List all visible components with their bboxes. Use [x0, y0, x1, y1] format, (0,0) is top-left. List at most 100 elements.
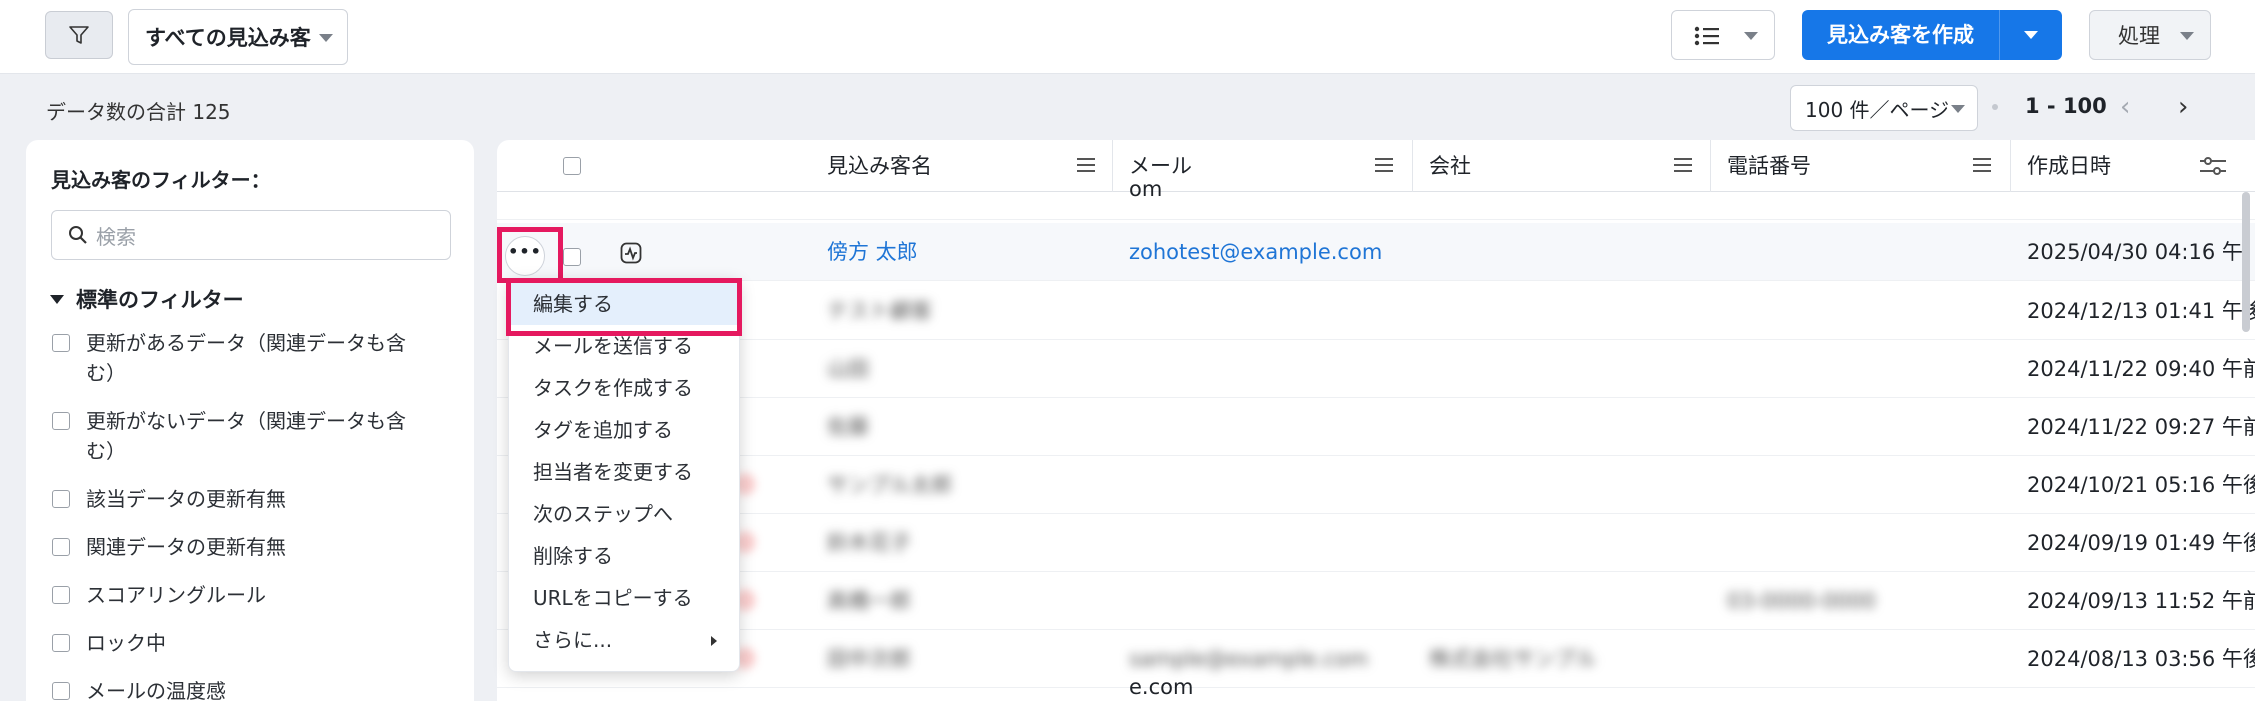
checkbox[interactable]: [52, 634, 70, 652]
highlight-box: [497, 227, 563, 283]
chevron-down-icon: [1744, 32, 1758, 40]
table-row[interactable]: 山田 2024/11/22 09:40 午前: [497, 340, 2255, 398]
chevron-down-icon: [2024, 31, 2038, 39]
create-lead-button[interactable]: 見込み客を作成: [1802, 10, 2000, 60]
clipped-text: om: [1129, 177, 1163, 201]
filter-item[interactable]: メールの温度感: [52, 676, 452, 701]
menu-item-change-owner[interactable]: 担当者を変更する: [509, 451, 741, 493]
chevron-right-icon: [711, 636, 717, 646]
column-divider[interactable]: [1112, 140, 1113, 192]
filter-item[interactable]: 更新があるデータ（関連データも含む）: [52, 328, 452, 388]
filter-label: 関連データの更新有無: [86, 535, 286, 559]
filter-item[interactable]: 関連データの更新有無: [52, 532, 452, 562]
table-row[interactable]: O サンプル太郎 2024/10/21 05:16 午後: [497, 456, 2255, 514]
menu-item-delete[interactable]: 削除する: [509, 535, 741, 577]
vertical-scrollbar[interactable]: [2242, 192, 2250, 332]
lead-name[interactable]: 鈴木花子: [827, 514, 911, 572]
created-date: 2024/11/22 09:27 午前: [2027, 415, 2255, 439]
filter-item[interactable]: スコアリングルール: [52, 580, 452, 610]
column-header-phone[interactable]: 電話番号: [1727, 140, 1811, 192]
filter-item[interactable]: ロック中: [52, 628, 452, 658]
column-menu-icon[interactable]: [1674, 158, 1692, 172]
table-row[interactable]: 佐藤 2024/11/22 09:27 午前: [497, 398, 2255, 456]
list-icon: [1694, 26, 1719, 46]
caret-down-icon: [50, 294, 64, 304]
column-header-created[interactable]: 作成日時: [2027, 140, 2111, 192]
lead-phone: 03-0000-0000: [1727, 589, 1876, 613]
per-page-value: 100 件／ページ: [1805, 97, 1950, 122]
filter-label: 更新がないデータ（関連データも含む）: [86, 409, 406, 463]
select-all-checkbox[interactable]: [563, 157, 581, 175]
view-selector[interactable]: すべての見込み客: [128, 9, 348, 65]
filter-label: スコアリングルール: [86, 583, 266, 607]
column-header-company[interactable]: 会社: [1429, 140, 1471, 192]
filter-item[interactable]: 更新がないデータ（関連データも含む）: [52, 406, 452, 466]
filter-search-input[interactable]: 検索: [51, 210, 451, 260]
menu-item-more-label: さらに...: [533, 628, 613, 652]
column-menu-icon[interactable]: [1077, 158, 1095, 172]
filter-label: ロック中: [86, 631, 166, 655]
lead-name[interactable]: 高橋一郎: [827, 572, 911, 630]
column-header-name[interactable]: 見込み客名: [827, 140, 932, 192]
checkbox[interactable]: [52, 490, 70, 508]
lead-email-link[interactable]: zohotest@example.com: [1129, 223, 1382, 281]
lead-name[interactable]: テスト顧客: [827, 282, 932, 340]
search-icon: [69, 226, 87, 244]
column-divider[interactable]: [1412, 140, 1413, 192]
lead-company: 株式会社サンプル: [1429, 647, 1597, 671]
lead-name[interactable]: 田中次郎: [827, 630, 911, 688]
table-row[interactable]: 傍方 太郎 zohotest@example.com 2025/04/30 04…: [497, 223, 2255, 281]
table-row[interactable]: O 高橋一郎 03-0000-0000 2024/09/13 11:52 午前: [497, 572, 2255, 630]
checkbox[interactable]: [52, 586, 70, 604]
menu-item-more[interactable]: さらに...: [509, 619, 741, 661]
section-title: 標準のフィルター: [76, 288, 244, 312]
create-lead-dropdown[interactable]: [2000, 31, 2062, 39]
activity-icon[interactable]: [620, 242, 642, 264]
filter-label: 該当データの更新有無: [86, 487, 286, 511]
menu-item-next-step[interactable]: 次のステップへ: [509, 493, 741, 535]
menu-item-create-task[interactable]: タスクを作成する: [509, 367, 741, 409]
checkbox[interactable]: [52, 538, 70, 556]
action-label: 処理: [2118, 24, 2160, 48]
created-date: 2024/08/13 03:56 午後: [2027, 647, 2255, 671]
column-settings-icon[interactable]: [2200, 156, 2226, 176]
row-checkbox[interactable]: [563, 248, 581, 266]
funnel-icon: [69, 26, 89, 44]
created-date: 2024/12/13 01:41 午後: [2027, 299, 2255, 323]
list-view-toggle[interactable]: [1671, 10, 1775, 60]
created-date: 2025/04/30 04:16 午: [2027, 240, 2243, 264]
lead-name-link[interactable]: 傍方 太郎: [827, 223, 918, 281]
table-header: 見込み客名 メール 会社 電話番号 作成日時: [497, 140, 2255, 192]
per-page-select[interactable]: 100 件／ページ: [1790, 85, 1978, 131]
table-row[interactable]: テスト顧客 2024/12/13 01:41 午後: [497, 282, 2255, 340]
table-row[interactable]: O 田中次郎 sample@example.com 株式会社サンプル 2024/…: [497, 630, 2255, 688]
view-name: すべての見込み客: [145, 26, 311, 50]
menu-item-add-tag[interactable]: タグを追加する: [509, 409, 741, 451]
filter-item[interactable]: 該当データの更新有無: [52, 484, 452, 514]
filter-panel: 見込み客のフィルター： 検索 標準のフィルター 更新があるデータ（関連データも含…: [26, 140, 474, 701]
column-menu-icon[interactable]: [1375, 158, 1393, 172]
checkbox[interactable]: [52, 682, 70, 700]
menu-item-copy-url[interactable]: URLをコピーする: [509, 577, 741, 619]
highlight-box: [506, 278, 742, 336]
clipped-text: e.com: [1129, 675, 1194, 699]
next-page-icon[interactable]: ›: [2178, 92, 2188, 122]
filter-toggle-button[interactable]: [45, 11, 113, 59]
created-date: 2024/11/22 09:40 午前: [2027, 357, 2255, 381]
table-row[interactable]: O 鈴木花子 2024/09/19 01:49 午後: [497, 514, 2255, 572]
separator-dot: [1992, 104, 1998, 110]
column-divider[interactable]: [2010, 140, 2011, 192]
lead-name[interactable]: 山田: [827, 340, 869, 398]
created-date: 2024/09/19 01:49 午後: [2027, 531, 2255, 555]
created-date: 2024/09/13 11:52 午前: [2027, 589, 2255, 613]
action-button[interactable]: 処理: [2089, 10, 2211, 60]
checkbox[interactable]: [52, 412, 70, 430]
checkbox[interactable]: [52, 334, 70, 352]
column-divider[interactable]: [1710, 140, 1711, 192]
lead-name[interactable]: サンプル太郎: [827, 456, 952, 514]
standard-filters-header[interactable]: 標準のフィルター: [50, 284, 244, 314]
search-placeholder: 検索: [96, 224, 136, 249]
lead-name[interactable]: 佐藤: [827, 398, 869, 456]
column-menu-icon[interactable]: [1973, 158, 1991, 172]
prev-page-icon[interactable]: ‹: [2120, 92, 2130, 122]
